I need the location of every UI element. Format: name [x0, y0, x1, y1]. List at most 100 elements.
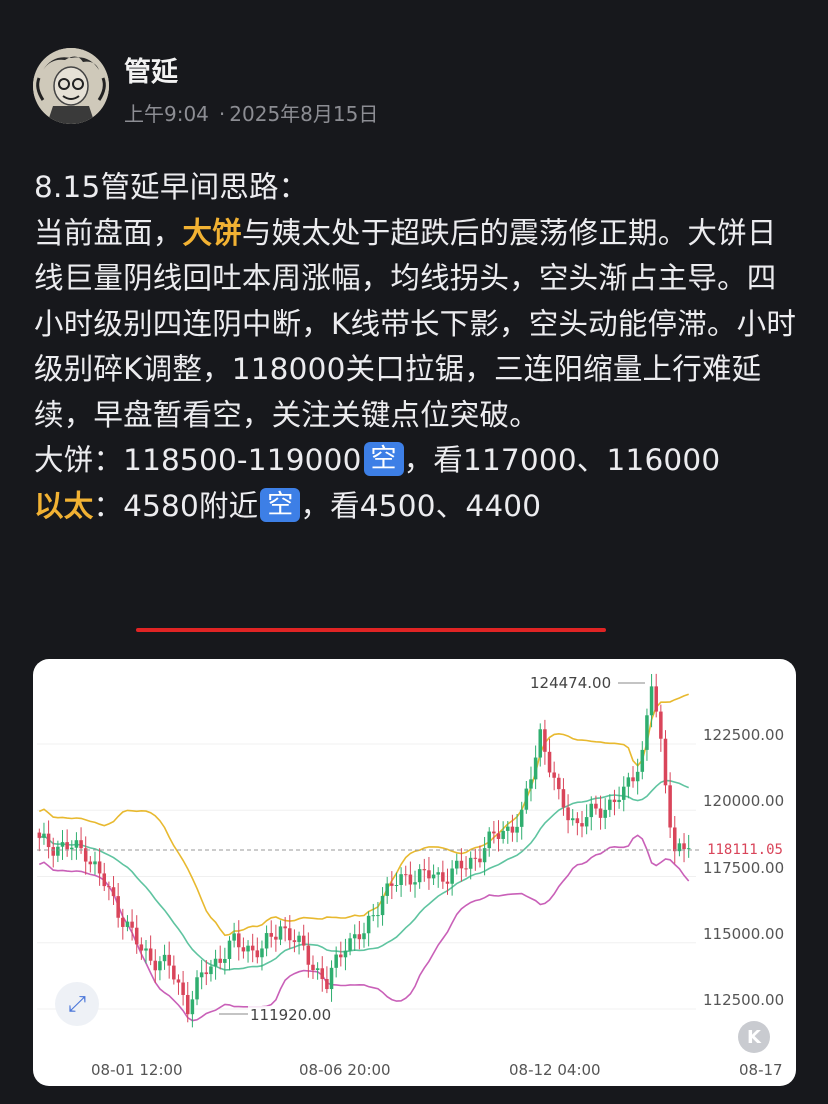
candle-body — [60, 842, 65, 847]
candle-body — [292, 940, 297, 942]
candle-body — [603, 809, 607, 818]
candle-body — [144, 948, 148, 951]
kline-icon[interactable]: K — [738, 1021, 770, 1053]
candle-body — [274, 936, 278, 940]
candle-body — [209, 966, 213, 975]
candle-body — [450, 868, 454, 884]
candle-body — [478, 858, 482, 863]
candle-body — [659, 711, 663, 739]
eth-highlight: 以太 — [34, 488, 94, 523]
candle-body — [288, 928, 292, 941]
candle-body — [46, 833, 51, 848]
candle-body — [464, 868, 468, 870]
candle-body — [102, 873, 107, 887]
candle-body — [390, 883, 394, 886]
candle-body — [325, 979, 329, 990]
candle-body — [427, 870, 431, 879]
candle-body — [635, 771, 640, 782]
candle-body — [468, 857, 473, 869]
candle-body — [357, 934, 362, 940]
x-tick-label: 08-12 04:00 — [509, 1061, 601, 1079]
y-tick-label: 112500.00 — [703, 991, 785, 1009]
post-time: 上午9:04 — [124, 102, 209, 126]
red-underline — [136, 628, 606, 632]
candle-body — [153, 960, 158, 971]
candle-body — [116, 896, 120, 918]
candle-body — [334, 954, 338, 968]
y-tick-label: 117500.00 — [703, 859, 785, 877]
author-avatar[interactable] — [33, 48, 109, 124]
candle-body — [88, 861, 93, 865]
candle-body — [121, 917, 125, 927]
candle-body — [663, 738, 668, 786]
candle-body — [125, 921, 130, 927]
candle-body — [278, 926, 283, 940]
candle-body — [139, 944, 144, 951]
candle-body — [51, 847, 55, 856]
candle-body — [654, 686, 658, 712]
candle-body — [394, 885, 399, 887]
candle-body — [385, 883, 389, 896]
candle-body — [366, 915, 371, 934]
candle-body — [519, 809, 524, 827]
candle-body — [148, 948, 153, 961]
post-analysis: 当前盘面，大饼与姨太处于超跌后的震荡修正期。大饼日线巨量阴线回吐本周涨幅，均线拐… — [34, 215, 797, 432]
candle-body — [566, 807, 570, 821]
candle-body — [408, 874, 413, 885]
candle-body — [673, 827, 677, 852]
candle-body — [111, 887, 116, 897]
candle-body — [506, 826, 510, 831]
candle-body — [677, 843, 682, 852]
candle-body — [250, 945, 255, 951]
eth-strategy: 以太：4580附近空，看4500、4400 — [34, 487, 542, 523]
candle-body — [329, 967, 334, 990]
candle-body — [264, 933, 269, 949]
candle-body — [668, 785, 672, 828]
candle-body — [617, 799, 621, 803]
short-icon: 空 — [363, 442, 404, 476]
candle-body — [190, 999, 195, 1015]
candle-body — [492, 831, 496, 834]
candle-body — [645, 715, 649, 750]
candle-body — [552, 772, 556, 778]
candle-body — [232, 933, 236, 941]
candle-body — [487, 831, 491, 849]
candle-body — [107, 886, 111, 888]
candle-body — [589, 803, 594, 818]
candle-body — [311, 964, 315, 971]
candle-body — [218, 958, 222, 963]
post-title: 8.15管延早间思路： — [34, 170, 309, 204]
candle-body — [584, 817, 589, 827]
current-price-tag: 118111.05 — [701, 839, 789, 861]
x-tick-label: 08-06 20:00 — [299, 1061, 391, 1079]
y-tick-label: 122500.00 — [703, 726, 785, 744]
candle-body — [237, 933, 241, 948]
candle-body — [621, 786, 626, 800]
expand-icon[interactable]: ⤢ — [55, 982, 99, 1026]
candle-body — [529, 779, 533, 789]
candle-body — [417, 869, 422, 883]
candle-body — [93, 861, 97, 865]
candle-body — [371, 915, 376, 917]
candle-body — [199, 972, 204, 978]
candle-body — [380, 895, 385, 916]
candle-body — [399, 874, 403, 886]
candle-body — [339, 954, 343, 958]
candle-body — [431, 874, 436, 879]
candle-body — [682, 843, 686, 850]
candle-body — [343, 950, 348, 958]
candle-body — [649, 686, 654, 716]
candle-body — [608, 799, 612, 810]
candle-body — [575, 818, 580, 824]
author-name[interactable]: 管延 — [124, 50, 178, 89]
price-chart-card[interactable]: 122500.00 120000.00 117500.00 115000.00 … — [33, 659, 796, 1086]
candle-body — [204, 972, 209, 975]
candle-body — [320, 968, 325, 980]
high-price-label: 124474.00 — [528, 674, 614, 692]
candle-body — [134, 927, 139, 945]
candle-body — [130, 921, 134, 928]
candle-body — [598, 808, 603, 818]
candle-body — [547, 751, 552, 773]
candle-body — [283, 926, 287, 929]
candle-body — [543, 729, 547, 752]
